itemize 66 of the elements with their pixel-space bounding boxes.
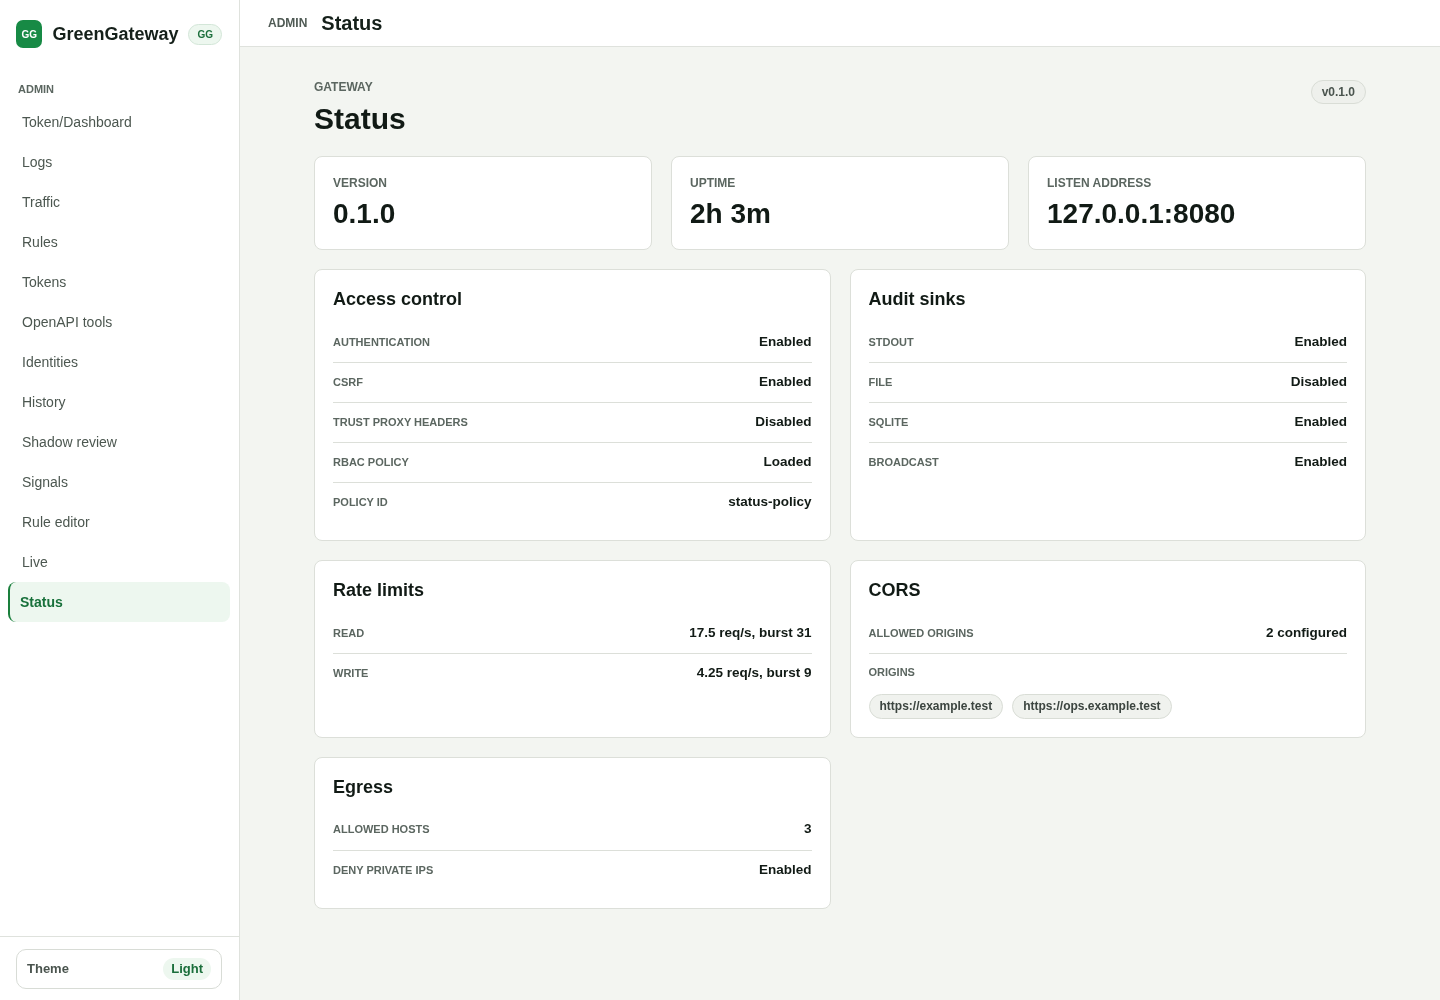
setting-value: 3 (804, 820, 812, 839)
panel-title: Audit sinks (868, 288, 967, 310)
setting-label: TRUST PROXY HEADERS (333, 415, 468, 431)
setting-value: 17.5 req/s, burst 31 (689, 623, 812, 642)
panel-title: Access control (333, 288, 464, 310)
stat-value: 2h 3m (690, 197, 772, 231)
sidebar-item[interactable]: Identities (8, 342, 230, 382)
sidebar-item[interactable]: Logs (8, 142, 230, 182)
setting-value: Enabled (1294, 413, 1347, 432)
setting-value: Disabled (755, 413, 812, 432)
panel-title: Egress (333, 775, 395, 798)
setting-label: FILE (868, 375, 893, 391)
sidebar-item[interactable]: History (8, 382, 230, 422)
brand-badge: GG (188, 23, 222, 45)
page-eyebrow: GATEWAY (314, 79, 374, 95)
setting-label: POLICY ID (333, 495, 388, 511)
setting-value: Enabled (1294, 453, 1347, 472)
sidebar-item[interactable]: Rules (8, 222, 230, 262)
setting-label: READ (333, 625, 365, 641)
sidebar-item[interactable]: Rule editor (8, 502, 230, 542)
setting-label: AUTHENTICATION (333, 334, 430, 350)
stat-label: VERSION (333, 175, 388, 191)
setting-label: STDOUT (868, 334, 914, 350)
stat-value: 127.0.0.1:8080 (1047, 197, 1237, 231)
setting-label: ALLOWED HOSTS (333, 822, 430, 838)
page-title: Status (314, 101, 406, 137)
sidebar-item[interactable]: Shadow review (8, 422, 230, 462)
brand-logo: GG (16, 20, 43, 48)
sidebar-item[interactable]: OpenAPI tools (8, 302, 230, 342)
panel-title: CORS (868, 579, 922, 601)
setting-value: 2 configured (1266, 623, 1347, 642)
theme-value-badge: Light (163, 958, 211, 980)
setting-value: Enabled (759, 373, 812, 392)
setting-value: Enabled (759, 860, 812, 879)
setting-value: Loaded (763, 453, 812, 472)
setting-label: SQLITE (868, 415, 909, 431)
sidebar-item[interactable]: Tokens (8, 262, 230, 302)
setting-label: DENY PRIVATE IPS (333, 862, 434, 878)
sidebar-item[interactable]: Token/Dashboard (8, 102, 230, 142)
setting-label: ALLOWED ORIGINS (868, 625, 974, 641)
panel-title: Rate limits (333, 579, 426, 601)
origin-chip: https://example.test (868, 693, 1004, 719)
sidebar-item[interactable]: Signals (8, 462, 230, 502)
setting-label: BROADCAST (868, 455, 939, 471)
breadcrumb-section: ADMIN (268, 14, 308, 32)
sidebar-item[interactable]: Traffic (8, 182, 230, 222)
theme-toggle[interactable]: Theme Light (16, 949, 222, 989)
topbar-title: Status (321, 11, 383, 36)
sidebar-item[interactable]: Live (8, 542, 230, 582)
setting-value: Enabled (1294, 332, 1347, 351)
origin-chip: https://ops.example.test (1012, 693, 1172, 719)
setting-label: CSRF (333, 375, 363, 391)
stat-value: 0.1.0 (333, 197, 397, 231)
brand-name: GreenGateway (52, 22, 179, 46)
stat-label: LISTEN ADDRESS (1047, 175, 1153, 191)
setting-label: WRITE (333, 666, 369, 682)
version-badge: v0.1.0 (1310, 80, 1366, 104)
setting-value: Enabled (759, 332, 812, 351)
setting-label: RBAC POLICY (333, 455, 409, 471)
nav-section-label: ADMIN (17, 82, 56, 96)
setting-label: ORIGINS (868, 665, 916, 680)
sidebar-item[interactable]: Status (8, 582, 230, 622)
stat-label: UPTIME (690, 175, 737, 191)
setting-value: Disabled (1290, 373, 1347, 392)
setting-value: status-policy (728, 493, 812, 512)
setting-value: 4.25 req/s, burst 9 (696, 664, 812, 683)
